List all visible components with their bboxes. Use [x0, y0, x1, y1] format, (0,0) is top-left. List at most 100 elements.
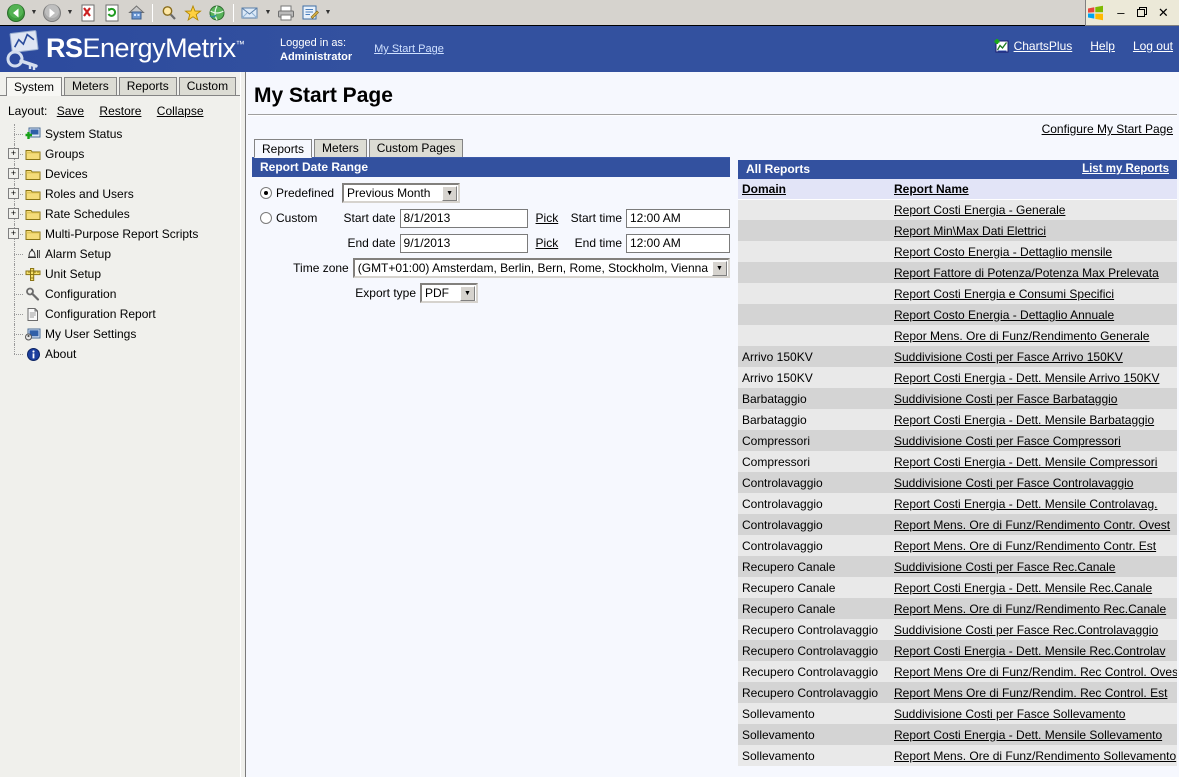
column-header-report-name-label[interactable]: Report Name — [894, 182, 969, 196]
report-link[interactable]: Report Costi Energia - Dett. Mensile Bar… — [894, 413, 1154, 427]
start-date-input[interactable] — [399, 208, 528, 228]
start-time-input[interactable] — [626, 208, 730, 228]
column-header-domain-label[interactable]: Domain — [742, 182, 786, 196]
sidebar-tab-system[interactable]: System — [6, 77, 63, 96]
back-dropdown-icon[interactable]: ▼ — [28, 2, 40, 24]
export-type-select[interactable]: PDF ▼ — [420, 283, 478, 303]
main-tabs: Reports Meters Custom Pages — [252, 138, 730, 158]
chevron-down-icon: ▼ — [460, 285, 475, 301]
home-button[interactable] — [124, 2, 148, 24]
edit-dropdown-icon[interactable]: ▼ — [322, 2, 334, 24]
end-date-pick-link[interactable]: Pick — [536, 236, 559, 250]
report-link[interactable]: Report Mens. Ore di Funz/Rendimento Rec.… — [894, 602, 1166, 616]
expand-toggle[interactable]: + — [8, 208, 19, 219]
sidebar-item-roles-and-users[interactable]: + Roles and Users — [6, 184, 240, 204]
sidebar-item-rate-schedules[interactable]: + Rate Schedules — [6, 204, 240, 224]
report-link[interactable]: Suddivisione Costi per Fasce Rec.Control… — [894, 623, 1158, 637]
minimize-button[interactable]: – — [1111, 3, 1130, 23]
report-link[interactable]: Repor Mens. Ore di Funz/Rendimento Gener… — [894, 329, 1149, 343]
end-time-input[interactable] — [626, 233, 730, 253]
report-link[interactable]: Report Mens. Ore di Funz/Rendimento Soll… — [894, 749, 1176, 763]
expand-toggle[interactable]: + — [8, 228, 19, 239]
stop-button[interactable] — [76, 2, 100, 24]
edit-page-button[interactable] — [298, 2, 322, 24]
report-link[interactable]: Report Costo Energia - Dettaglio Annuale — [894, 308, 1114, 322]
history-globe-button[interactable] — [205, 2, 229, 24]
sidebar-item-about[interactable]: About — [6, 344, 240, 364]
layout-save-link[interactable]: Save — [57, 104, 84, 118]
report-link[interactable]: Report Costi Energia - Dett. Mensile Com… — [894, 455, 1157, 469]
report-link[interactable]: Report Costi Energia - Dett. Mensile Rec… — [894, 644, 1165, 658]
logout-link[interactable]: Log out — [1133, 39, 1173, 53]
report-link[interactable]: Report Costi Energia - Dett. Mensile Arr… — [894, 371, 1159, 385]
report-link[interactable]: Report Mens Ore di Funz/Rendim. Rec Cont… — [894, 665, 1177, 679]
forward-button[interactable] — [40, 2, 64, 24]
sidebar-item-configuration-report[interactable]: Configuration Report — [6, 304, 240, 324]
table-row: Repor Mens. Ore di Funz/Rendimento Gener… — [738, 325, 1177, 346]
predefined-radio[interactable] — [260, 187, 272, 199]
report-link[interactable]: Report Fattore di Potenza/Potenza Max Pr… — [894, 266, 1159, 280]
timezone-select[interactable]: (GMT+01:00) Amsterdam, Berlin, Bern, Rom… — [352, 258, 730, 278]
report-link[interactable]: Suddivisione Costi per Fasce Rec.Canale — [894, 560, 1115, 574]
refresh-button[interactable] — [100, 2, 124, 24]
report-link[interactable]: Suddivisione Costi per Fasce Arrivo 150K… — [894, 350, 1123, 364]
list-my-reports-link[interactable]: List my Reports — [1082, 160, 1169, 179]
back-button[interactable] — [4, 2, 28, 24]
report-link[interactable]: Report Min\Max Dati Elettrici — [894, 224, 1046, 238]
report-link[interactable]: Report Mens. Ore di Funz/Rendimento Cont… — [894, 539, 1156, 553]
report-link[interactable]: Suddivisione Costi per Fasce Controlavag… — [894, 476, 1133, 490]
report-link[interactable]: Report Costi Energia - Dett. Mensile Rec… — [894, 581, 1152, 595]
printer-button[interactable] — [274, 2, 298, 24]
cell-report-name: Report Costi Energia - Dett. Mensile Sol… — [890, 724, 1177, 745]
tab-custom-pages[interactable]: Custom Pages — [368, 139, 464, 157]
report-link[interactable]: Report Costi Energia - Dett. Mensile Con… — [894, 497, 1157, 511]
sidebar-item-my-user-settings[interactable]: My User Settings — [6, 324, 240, 344]
layout-restore-link[interactable]: Restore — [99, 104, 141, 118]
my-start-page-link[interactable]: My Start Page — [374, 43, 444, 55]
export-type-value: PDF — [425, 285, 449, 300]
tab-meters[interactable]: Meters — [314, 139, 367, 157]
sidebar-tab-meters[interactable]: Meters — [64, 77, 117, 95]
custom-radio[interactable] — [260, 212, 272, 224]
forward-dropdown-icon[interactable]: ▼ — [64, 2, 76, 24]
sidebar-item-groups[interactable]: + Groups — [6, 144, 240, 164]
chartsplus-link[interactable]: ChartsPlus — [1014, 39, 1073, 53]
report-link[interactable]: Report Costi Energia - Generale — [894, 203, 1065, 217]
sidebar-item-multi-purpose-report-scripts[interactable]: + Multi-Purpose Report Scripts — [6, 224, 240, 244]
chevron-down-icon: ▼ — [712, 260, 727, 276]
report-link[interactable]: Report Costi Energia e Consumi Specifici — [894, 287, 1114, 301]
sidebar-tab-custom[interactable]: Custom — [178, 77, 237, 95]
star-button[interactable] — [181, 2, 205, 24]
report-link[interactable]: Suddivisione Costi per Fasce Barbataggio — [894, 392, 1117, 406]
sidebar-item-configuration[interactable]: Configuration — [6, 284, 240, 304]
sidebar-item-unit-setup[interactable]: Unit Setup — [6, 264, 240, 284]
sidebar-item-devices[interactable]: + Devices — [6, 164, 240, 184]
report-link[interactable]: Suddivisione Costi per Fasce Sollevament… — [894, 707, 1125, 721]
expand-toggle[interactable]: + — [8, 168, 19, 179]
sidebar-tab-reports[interactable]: Reports — [118, 77, 177, 95]
end-date-input[interactable] — [399, 233, 528, 253]
report-link[interactable]: Report Costi Energia - Dett. Mensile Sol… — [894, 728, 1162, 742]
timezone-row: Time zone (GMT+01:00) Amsterdam, Berlin,… — [260, 258, 730, 278]
report-link[interactable]: Report Costo Energia - Dettaglio mensile — [894, 245, 1112, 259]
report-link[interactable]: Report Mens Ore di Funz/Rendim. Rec Cont… — [894, 686, 1167, 700]
tab-reports[interactable]: Reports — [254, 139, 313, 158]
expand-toggle[interactable]: + — [8, 148, 19, 159]
close-button[interactable]: ✕ — [1154, 3, 1173, 23]
browser-toolbar: ▼ ▼ ▼ ▼ – ✕ — [0, 0, 1179, 26]
layout-collapse-link[interactable]: Collapse — [157, 104, 204, 118]
maximize-button[interactable] — [1133, 3, 1152, 23]
predefined-range-select[interactable]: Previous Month ▼ — [342, 183, 461, 203]
search-button[interactable] — [157, 2, 181, 24]
sidebar-item-system-status[interactable]: System Status — [6, 124, 240, 144]
sidebar-item-alarm-setup[interactable]: Alarm Setup — [6, 244, 240, 264]
mail-dropdown-icon[interactable]: ▼ — [262, 2, 274, 24]
help-link[interactable]: Help — [1090, 39, 1115, 53]
start-date-pick-link[interactable]: Pick — [536, 211, 559, 225]
folder-icon — [24, 166, 42, 182]
mail-button[interactable] — [238, 2, 262, 24]
report-link[interactable]: Report Mens. Ore di Funz/Rendimento Cont… — [894, 518, 1170, 532]
expand-toggle[interactable]: + — [8, 188, 19, 199]
report-link[interactable]: Suddivisione Costi per Fasce Compressori — [894, 434, 1121, 448]
configure-my-start-page-link[interactable]: Configure My Start Page — [1042, 122, 1173, 136]
